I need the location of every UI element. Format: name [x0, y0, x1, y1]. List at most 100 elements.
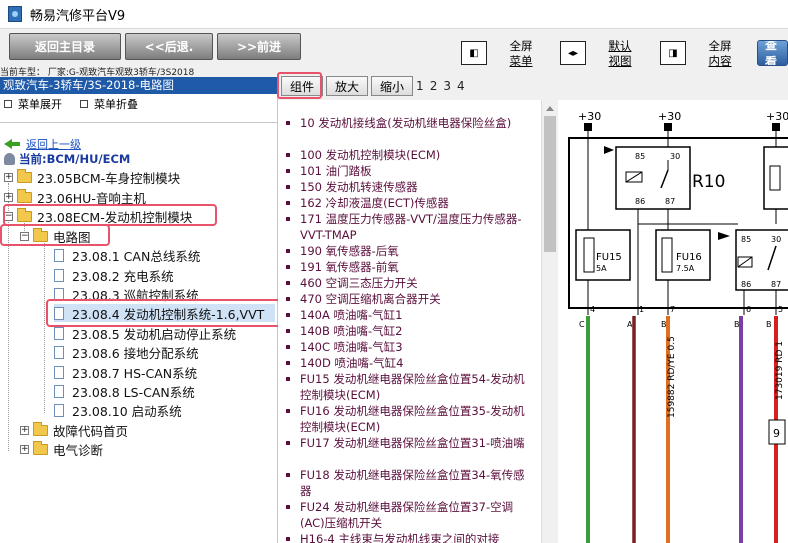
circuit-diagram[interactable]: +30 +30 +30 85 30 86 87 R10 FU15 5A FU16… — [558, 100, 788, 543]
relay-pin: 85 — [635, 152, 645, 161]
arrow-marker — [604, 146, 614, 154]
wire-label: 159882 RD/YE 0.5 — [667, 336, 677, 418]
tree-item-ls-can[interactable]: 23.08.8 LS-CAN系统 — [54, 382, 195, 400]
tree-guide — [44, 243, 45, 413]
tree-item-bcm[interactable]: + 23.05BCM-车身控制模块 — [4, 168, 180, 186]
supply-terminal — [772, 123, 780, 131]
page-3[interactable]: 3 — [443, 79, 451, 93]
forward-button[interactable]: >>前进 — [217, 33, 301, 60]
back-arrow-icon — [4, 139, 20, 149]
zoom-in-button[interactable]: 放大 — [326, 76, 369, 96]
wire-label: 173019 RD 1 — [775, 341, 785, 400]
document-icon — [54, 384, 64, 398]
component-tab-bar: 组件 放大 缩小 1 2 3 4 — [278, 74, 788, 98]
circuit-diagram-svg: +30 +30 +30 85 30 86 87 R10 FU15 5A FU16… — [568, 110, 788, 543]
full-content-icon[interactable]: ◨ — [660, 41, 686, 65]
window-title: 畅易汽修平台V9 — [30, 8, 126, 24]
folder-icon — [33, 440, 48, 455]
wire-code: B — [766, 320, 772, 329]
component-item[interactable]: 140A 喷油嘴-气缸1 — [286, 307, 530, 323]
document-icon — [54, 268, 64, 282]
page-1[interactable]: 1 — [416, 79, 424, 93]
fuse-name: FU16 — [676, 252, 702, 263]
navigation-panel: 观致汽车-3轿车/3S-2018-电路图 菜单展开 菜单折叠 返回上一级 当前:… — [0, 77, 283, 543]
document-icon — [54, 345, 64, 359]
component-item[interactable]: FU16 发动机继电器保险丝盒位置35-发动机控制模块(ECM) — [286, 403, 530, 435]
tree-item-diagnosis[interactable]: + 电气诊断 — [20, 440, 103, 458]
folder-icon — [17, 168, 32, 183]
component-item[interactable]: FU24 发动机继电器保险丝盒位置37-空调(AC)压缩机开关 — [286, 499, 530, 531]
component-item[interactable]: 140C 喷油嘴-气缸3 — [286, 339, 530, 355]
component-item[interactable]: 140D 喷油嘴-气缸4 — [286, 355, 530, 371]
component-item[interactable]: 191 氧传感器-前氧 — [286, 259, 530, 275]
view-button[interactable]: 查看 — [757, 40, 788, 66]
scroll-thumb[interactable] — [544, 116, 556, 252]
supply-terminal — [664, 123, 672, 131]
default-view-label[interactable]: 默认 视图 — [602, 39, 638, 69]
component-item[interactable]: 100 发动机控制模块(ECM) — [286, 147, 530, 163]
component-item[interactable]: 460 空调三态压力开关 — [286, 275, 530, 291]
collapse-menu-button[interactable]: 菜单折叠 — [94, 96, 138, 112]
zoom-out-button[interactable]: 缩小 — [371, 76, 414, 96]
component-item[interactable]: 101 油门踏板 — [286, 163, 530, 179]
component-item[interactable]: 140B 喷油嘴-气缸2 — [286, 323, 530, 339]
relay-pin: 87 — [665, 197, 675, 206]
component-item[interactable]: 162 冷却液温度(ECT)传感器 — [286, 195, 530, 211]
full-menu-label[interactable]: 全屏 菜单 — [503, 39, 539, 69]
component-item[interactable]: 150 发动机转速传感器 — [286, 179, 530, 195]
expand-menu-button[interactable]: 菜单展开 — [18, 96, 62, 112]
app-logo-icon — [8, 6, 22, 22]
list-scrollbar[interactable] — [541, 100, 558, 543]
back-button[interactable]: <<后退. — [125, 33, 213, 60]
default-view-icon[interactable]: ◂▸ — [560, 41, 586, 65]
home-button[interactable]: 返回主目录 — [9, 33, 121, 60]
expand-icon[interactable]: + — [4, 172, 13, 182]
tree-item-hs-can[interactable]: 23.08.7 HS-CAN系统 — [54, 363, 197, 381]
component-item[interactable]: H16-4 主线束与发动机线束之间的对接 — [286, 531, 530, 543]
full-menu-icon[interactable]: ◧ — [461, 41, 487, 65]
tree-item-starting[interactable]: 23.08.10 启动系统 — [54, 401, 182, 419]
path-bar: 观致汽车-3轿车/3S-2018-电路图 — [0, 77, 277, 94]
component-item[interactable]: 190 氧传感器-后氧 — [286, 243, 530, 259]
tree-item-charging[interactable]: 23.08.2 充电系统 — [54, 266, 174, 284]
expand-icon[interactable]: + — [20, 444, 29, 454]
expand-icon[interactable]: + — [4, 192, 13, 202]
page-2[interactable]: 2 — [430, 79, 438, 93]
document-icon — [54, 248, 64, 262]
document-icon — [54, 403, 64, 417]
supply-label: +30 — [766, 110, 788, 123]
fuse-name: FU15 — [596, 252, 622, 263]
tree-item-can-bus[interactable]: 23.08.1 CAN总线系统 — [54, 246, 200, 264]
divider — [0, 122, 277, 123]
expand-icon[interactable]: + — [20, 425, 29, 435]
tree-item-ground[interactable]: 23.08.6 接地分配系统 — [54, 343, 199, 361]
wire-code: A — [627, 320, 633, 329]
fuse-rating: 7.5A — [676, 264, 695, 273]
component-item[interactable]: 470 空调压缩机离合器开关 — [286, 291, 530, 307]
back-link[interactable]: 返回上一级 — [4, 136, 81, 152]
component-item[interactable]: FU18 发动机继电器保险丝盒位置34-氧传感器 — [286, 467, 530, 499]
toolbar: 返回主目录 <<后退. >>前进 ◧ 全屏 菜单 ◂▸ 默认 视图 ◨ 全屏 内容 — [0, 29, 788, 69]
pin-number: 5 — [778, 305, 783, 314]
folder-icon — [17, 188, 32, 203]
scroll-up-icon[interactable] — [546, 106, 554, 111]
folder-icon — [33, 421, 48, 436]
relay-label: R10 — [692, 172, 725, 192]
tree-item-dtc[interactable]: + 故障代码首页 — [20, 421, 128, 439]
menu-expand-bar: 菜单展开 菜单折叠 — [0, 94, 277, 114]
component-item[interactable]: FU15 发动机继电器保险丝盒位置54-发动机控制模块(ECM) — [286, 371, 530, 403]
component-item[interactable]: 10 发动机接线盒(发动机继电器保险丝盒) — [286, 115, 530, 131]
highlight-box — [0, 224, 110, 246]
wire-code: C — [579, 320, 585, 329]
page-4[interactable]: 4 — [457, 79, 465, 93]
component-item[interactable]: 171 温度压力传感器-VVT/温度压力传感器-VVT-TMAP — [286, 211, 530, 243]
highlight-box — [3, 204, 217, 226]
relay-pin: 30 — [771, 235, 781, 244]
component-item[interactable]: FU17 发动机继电器保险丝盒位置31-喷油嘴 — [286, 435, 530, 451]
highlight-box — [277, 72, 322, 99]
full-content-label[interactable]: 全屏 内容 — [702, 39, 738, 69]
wire-code: B — [734, 320, 740, 329]
relay-pin: 87 — [771, 280, 781, 289]
relay-pin: 86 — [635, 197, 645, 206]
relay-pin: 85 — [741, 235, 751, 244]
